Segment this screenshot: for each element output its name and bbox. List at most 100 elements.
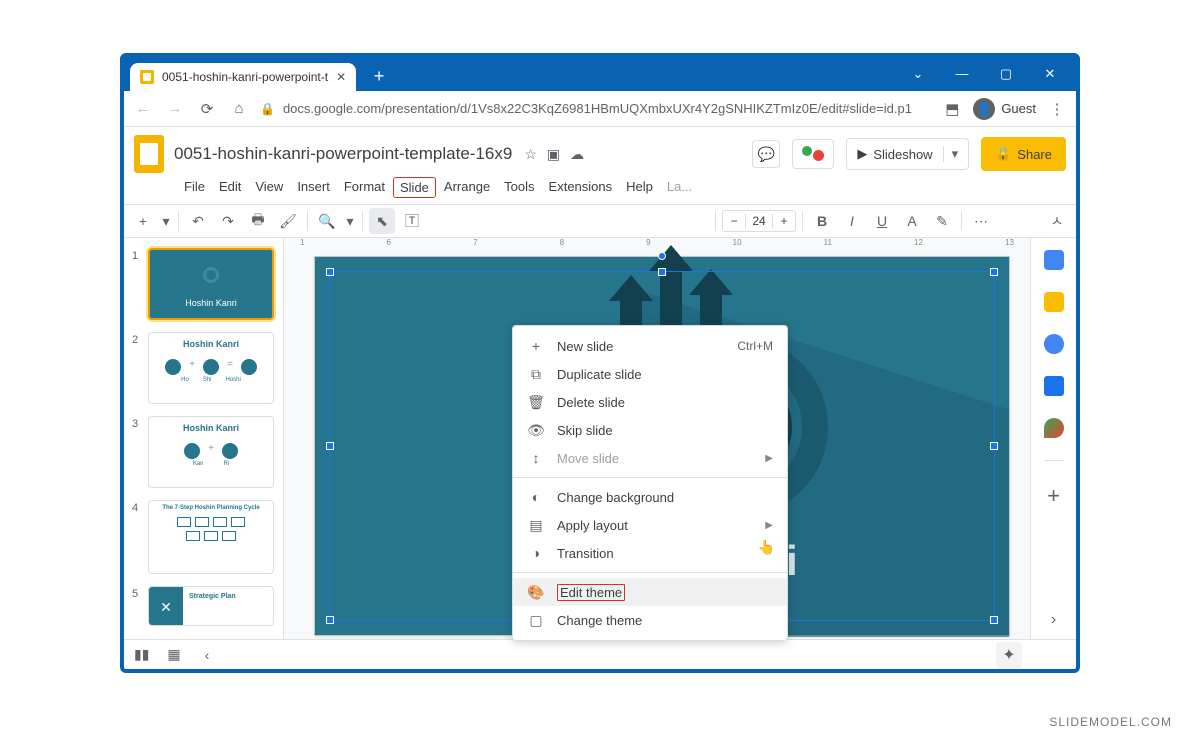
hide-sidepanel-icon[interactable]: › bbox=[1051, 611, 1056, 629]
menu-insert[interactable]: Insert bbox=[291, 177, 336, 198]
comments-button[interactable]: 💬 bbox=[752, 140, 780, 168]
tab-dropdown-icon[interactable]: ⌄ bbox=[898, 60, 938, 88]
resize-handle[interactable] bbox=[326, 268, 334, 276]
url-field[interactable]: 🔒 docs.google.com/presentation/d/1Vs8x22… bbox=[260, 101, 931, 116]
menu-transition[interactable]: ◑ Transition bbox=[513, 539, 787, 567]
maximize-button[interactable]: ▢ bbox=[986, 60, 1026, 88]
menu-extensions[interactable]: Extensions bbox=[543, 177, 619, 198]
menu-slide[interactable]: Slide bbox=[393, 177, 436, 198]
back-button[interactable]: ← bbox=[132, 100, 154, 117]
menubar: File Edit View Insert Format Slide Arran… bbox=[124, 173, 1076, 204]
document-title[interactable]: 0051-hoshin-kanri-powerpoint-template-16… bbox=[174, 144, 512, 164]
new-tab-button[interactable]: + bbox=[366, 63, 392, 89]
menu-change-background[interactable]: ◐ Change background bbox=[513, 483, 787, 511]
font-size-stepper[interactable]: − 24 + bbox=[722, 210, 796, 232]
avatar-icon: 👤 bbox=[973, 98, 995, 120]
menu-view[interactable]: View bbox=[249, 177, 289, 198]
addons-plus-icon[interactable]: + bbox=[1047, 483, 1060, 509]
menu-overflow[interactable]: La... bbox=[661, 177, 698, 198]
duplicate-icon: ⧉ bbox=[527, 366, 545, 383]
menu-new-slide[interactable]: + New slide Ctrl+M bbox=[513, 332, 787, 360]
menu-format[interactable]: Format bbox=[338, 177, 391, 198]
keep-icon[interactable] bbox=[1044, 292, 1064, 312]
grid-view-icon[interactable]: ▦ bbox=[167, 646, 180, 663]
bold-button[interactable]: B bbox=[809, 208, 835, 234]
install-icon[interactable]: ⬒ bbox=[941, 100, 963, 118]
resize-handle[interactable] bbox=[326, 616, 334, 624]
resize-handle[interactable] bbox=[658, 268, 666, 276]
menu-help[interactable]: Help bbox=[620, 177, 659, 198]
plus-icon: + bbox=[527, 338, 545, 354]
font-size-increase[interactable]: + bbox=[773, 214, 795, 228]
collapse-icon[interactable]: ‹ bbox=[205, 647, 210, 663]
print-button[interactable]: 🖶 bbox=[245, 208, 271, 234]
browser-tab[interactable]: 0051-hoshin-kanri-powerpoint-t ✕ bbox=[130, 63, 356, 91]
italic-button[interactable]: I bbox=[839, 208, 865, 234]
thumbnail-3[interactable]: Hoshin Kanri + KanRi bbox=[148, 416, 274, 488]
separator bbox=[513, 572, 787, 573]
slides-logo[interactable] bbox=[134, 135, 164, 173]
menu-apply-layout[interactable]: ▤ Apply layout ▶ bbox=[513, 511, 787, 539]
home-button[interactable]: ⌂ bbox=[228, 100, 250, 117]
minimize-button[interactable]: — bbox=[942, 60, 982, 88]
more-button[interactable]: ⋯ bbox=[968, 208, 994, 234]
thumbnail-2[interactable]: Hoshin Kanri += HoShiHoshi bbox=[148, 332, 274, 404]
hide-menus-button[interactable]: ㅅ bbox=[1044, 208, 1070, 234]
textbox-tool[interactable]: 🅃 bbox=[399, 208, 425, 234]
tab-title: 0051-hoshin-kanri-powerpoint-t bbox=[162, 70, 328, 84]
filmstrip-view-icon[interactable]: ▮▮ bbox=[134, 646, 149, 663]
tasks-icon[interactable] bbox=[1044, 334, 1064, 354]
underline-button[interactable]: U bbox=[869, 208, 895, 234]
paint-format-button[interactable]: 🖌 bbox=[275, 208, 301, 234]
new-slide-button[interactable]: + bbox=[130, 208, 156, 234]
menu-change-theme[interactable]: ▢ Change theme bbox=[513, 606, 787, 634]
select-tool[interactable]: ⬉ bbox=[369, 208, 395, 234]
font-size-decrease[interactable]: − bbox=[723, 214, 745, 228]
slideshow-button[interactable]: ▶ Slideshow ▾ bbox=[846, 138, 969, 170]
maps-icon[interactable] bbox=[1044, 418, 1064, 438]
move-icon[interactable]: ▣ bbox=[547, 146, 560, 163]
thumbnail-4[interactable]: The 7-Step Hoshin Planning Cycle bbox=[148, 500, 274, 574]
menu-tools[interactable]: Tools bbox=[498, 177, 540, 198]
titlebar: 0051-hoshin-kanri-powerpoint-t ✕ + ⌄ — ▢… bbox=[124, 57, 1076, 91]
separator bbox=[513, 477, 787, 478]
resize-handle[interactable] bbox=[326, 442, 334, 450]
menu-duplicate-slide[interactable]: ⧉ Duplicate slide bbox=[513, 360, 787, 388]
explore-button[interactable]: ✦ bbox=[996, 642, 1022, 668]
slides-favicon bbox=[140, 70, 154, 84]
star-icon[interactable]: ☆ bbox=[524, 146, 537, 163]
slideshow-caret-icon[interactable]: ▾ bbox=[943, 146, 959, 162]
zoom-caret[interactable]: ▾ bbox=[344, 208, 356, 234]
tab-close-icon[interactable]: ✕ bbox=[336, 70, 346, 84]
menu-move-slide: ↕ Move slide ▶ bbox=[513, 444, 787, 472]
font-size-value[interactable]: 24 bbox=[745, 214, 773, 228]
new-slide-caret[interactable]: ▾ bbox=[160, 208, 172, 234]
text-color-button[interactable]: A bbox=[899, 208, 925, 234]
transition-icon: ◑ bbox=[527, 545, 545, 561]
chrome-menu-icon[interactable]: ⋮ bbox=[1046, 100, 1068, 118]
calendar-icon[interactable] bbox=[1044, 250, 1064, 270]
menu-skip-slide[interactable]: 👁 Skip slide bbox=[513, 416, 787, 444]
highlight-button[interactable]: ✎ bbox=[929, 208, 955, 234]
zoom-button[interactable]: 🔍 bbox=[314, 208, 340, 234]
guest-profile[interactable]: 👤 Guest bbox=[973, 98, 1036, 120]
meet-button[interactable] bbox=[792, 139, 834, 169]
reload-button[interactable]: ⟳ bbox=[196, 100, 218, 118]
resize-handle[interactable] bbox=[990, 616, 998, 624]
menu-arrange[interactable]: Arrange bbox=[438, 177, 496, 198]
menu-delete-slide[interactable]: 🗑 Delete slide bbox=[513, 388, 787, 416]
menu-edit[interactable]: Edit bbox=[213, 177, 247, 198]
redo-button[interactable]: ↷ bbox=[215, 208, 241, 234]
close-window-button[interactable]: ✕ bbox=[1030, 60, 1070, 88]
resize-handle[interactable] bbox=[990, 268, 998, 276]
share-button[interactable]: 🔒 Share bbox=[981, 137, 1066, 171]
rotate-handle[interactable] bbox=[658, 252, 666, 260]
thumbnail-5[interactable]: ✕Strategic Plan bbox=[148, 586, 274, 626]
menu-file[interactable]: File bbox=[178, 177, 211, 198]
menu-edit-theme[interactable]: 🎨 Edit theme 👆 bbox=[513, 578, 787, 606]
undo-button[interactable]: ↶ bbox=[185, 208, 211, 234]
thumbnail-1[interactable]: Hoshin Kanri bbox=[148, 248, 274, 320]
forward-button[interactable]: → bbox=[164, 100, 186, 117]
contacts-icon[interactable] bbox=[1044, 376, 1064, 396]
resize-handle[interactable] bbox=[990, 442, 998, 450]
